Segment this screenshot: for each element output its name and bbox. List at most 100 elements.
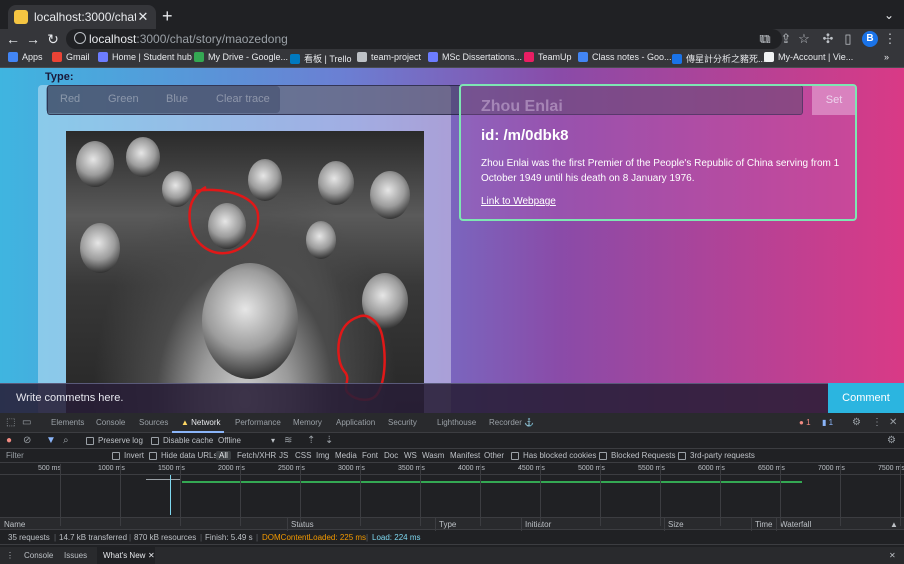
third-party-checkbox[interactable]: 3rd-party requests (678, 451, 755, 460)
back-icon[interactable]: ← (4, 30, 22, 48)
invert-checkbox[interactable]: Invert (112, 451, 144, 460)
column-time[interactable]: Time (755, 520, 772, 529)
filter-font[interactable]: Font (362, 451, 378, 460)
blue-button[interactable]: Blue (166, 93, 188, 105)
disable-cache-checkbox[interactable]: Disable cache (151, 436, 213, 445)
settings-gear-icon[interactable]: ⚙ (852, 417, 861, 429)
tab-security[interactable]: Security (388, 418, 417, 427)
comment-input[interactable]: Write commetns here. (0, 383, 828, 413)
tab-sources[interactable]: Sources (139, 418, 168, 427)
address-bar[interactable]: localhost:3000/chat/story/maozedong ⧉ (66, 29, 782, 49)
column-initiator[interactable]: Initiator (525, 520, 551, 529)
tab-recorder[interactable]: Recorder ⚓ (489, 418, 534, 427)
filter-manifest[interactable]: Manifest (450, 451, 480, 460)
filter-all[interactable]: All (216, 451, 231, 460)
filter-icon[interactable]: ▼ (46, 435, 56, 447)
tab-close-icon[interactable]: ✕ (136, 9, 150, 25)
extensions-icon[interactable]: ✣ (820, 31, 836, 47)
timeline-gridline (240, 464, 241, 526)
column-name[interactable]: Name (4, 520, 25, 529)
column-status[interactable]: Status (291, 520, 314, 529)
filter-js[interactable]: JS (279, 451, 288, 460)
column-waterfall[interactable]: Waterfall (780, 520, 811, 529)
drawer-tab-issues[interactable]: Issues (64, 551, 87, 560)
menu-icon[interactable]: ⋮ (882, 31, 898, 47)
bookmark-team-project[interactable]: team-project (357, 52, 421, 62)
tab-application[interactable]: Application (336, 418, 375, 427)
message-count-badge[interactable]: ▮ 1 (822, 418, 833, 427)
card-link[interactable]: Link to Webpage (481, 196, 556, 207)
filter-ws[interactable]: WS (404, 451, 417, 460)
tab-memory[interactable]: Memory (293, 418, 322, 427)
drawer-menu-icon[interactable]: ⋮ (6, 551, 14, 560)
reload-icon[interactable]: ↻ (44, 30, 62, 48)
throttling-select[interactable]: Offline ▾ (218, 436, 275, 445)
green-button[interactable]: Green (108, 93, 139, 105)
filter-wasm[interactable]: Wasm (422, 451, 444, 460)
import-har-icon[interactable]: ⇡ (307, 435, 315, 447)
forward-icon[interactable]: → (24, 30, 42, 48)
tab-lighthouse[interactable]: Lighthouse (437, 418, 476, 427)
teamup-icon (524, 52, 534, 62)
bookmark-star-icon[interactable]: ☆ (796, 31, 812, 47)
site-info-icon[interactable] (74, 32, 86, 44)
search-icon[interactable]: ⌕ (63, 435, 69, 447)
tab-elements[interactable]: Elements (51, 418, 84, 427)
browser-tab[interactable]: localhost:3000/chat/story/maozedong ✕ (8, 5, 156, 29)
timeline-gridline (540, 464, 541, 526)
drawer-tab-whats-new[interactable]: What's New (103, 551, 145, 560)
clear-trace-button[interactable]: Clear trace (216, 93, 270, 105)
filter-media[interactable]: Media (335, 451, 357, 460)
translate-icon[interactable]: ⧉ (758, 31, 774, 47)
has-blocked-cookies-checkbox[interactable]: Has blocked cookies (511, 451, 596, 460)
filter-css[interactable]: CSS (295, 451, 311, 460)
tab-network[interactable]: ▲ Network (181, 418, 221, 427)
record-icon[interactable]: ● (6, 435, 12, 447)
tab-performance[interactable]: Performance (235, 418, 281, 427)
bookmark-trello[interactable]: 看板 | Trello (290, 52, 352, 65)
network-settings-icon[interactable]: ⚙ (887, 435, 896, 447)
clear-icon[interactable]: ⊘ (23, 435, 31, 447)
export-har-icon[interactable]: ⇣ (325, 435, 333, 447)
column-size[interactable]: Size (668, 520, 684, 529)
share-icon[interactable]: ⇪ (778, 31, 794, 47)
filter-input[interactable]: Filter (6, 451, 24, 460)
tab-console[interactable]: Console (96, 418, 125, 427)
sort-arrow-icon[interactable]: ▲ (890, 520, 898, 529)
side-panel-icon[interactable]: ▯ (840, 31, 856, 47)
red-button[interactable]: Red (60, 93, 80, 105)
network-conditions-icon[interactable]: ≋ (284, 435, 292, 447)
bookmark-class-notes[interactable]: Class notes - Goo... (578, 52, 672, 62)
bookmark-apps[interactable]: Apps (8, 52, 43, 62)
preserve-log-checkbox[interactable]: Preserve log (86, 436, 143, 445)
bookmark-gmail[interactable]: Gmail (52, 52, 90, 62)
drawer-tab-close-icon[interactable]: ✕ (148, 551, 155, 560)
more-bookmarks-icon[interactable]: » (884, 52, 889, 62)
bookmark-chinese-site[interactable]: 傳星計分析之豬死... (672, 52, 766, 65)
drawer-tab-console[interactable]: Console (24, 551, 53, 560)
comment-button[interactable]: Comment (828, 383, 904, 413)
filter-fetch-xhr[interactable]: Fetch/XHR (237, 451, 276, 460)
error-count-badge[interactable]: ● 1 (799, 418, 811, 427)
bookmark-teamup[interactable]: TeamUp (524, 52, 572, 62)
hide-data-urls-checkbox[interactable]: Hide data URLs (149, 451, 217, 460)
devtools-menu-icon[interactable]: ⋮ (872, 417, 882, 429)
filter-img[interactable]: Img (316, 451, 329, 460)
inspect-icon[interactable]: ⬚ (6, 417, 15, 429)
tab-search-icon[interactable]: ⌄ (884, 8, 894, 22)
filter-other[interactable]: Other (484, 451, 504, 460)
bookmark-msc-dissertations[interactable]: MSc Dissertations... (428, 52, 522, 62)
new-tab-button[interactable]: + (162, 7, 173, 25)
blocked-requests-checkbox[interactable]: Blocked Requests (599, 451, 675, 460)
devtools-close-icon[interactable]: ✕ (889, 417, 897, 429)
photo-canvas[interactable] (66, 131, 424, 413)
device-toolbar-icon[interactable]: ▭ (22, 417, 31, 429)
bookmark-student-hub[interactable]: Home | Student hub (98, 52, 192, 62)
bookmark-my-drive[interactable]: My Drive - Google... (194, 52, 288, 62)
column-type[interactable]: Type (439, 520, 456, 529)
photo-face (162, 171, 192, 207)
bookmark-my-account[interactable]: My-Account | Vie... (764, 52, 853, 62)
drawer-close-icon[interactable]: ✕ (889, 551, 896, 560)
filter-doc[interactable]: Doc (384, 451, 398, 460)
profile-avatar[interactable]: B (862, 31, 878, 47)
